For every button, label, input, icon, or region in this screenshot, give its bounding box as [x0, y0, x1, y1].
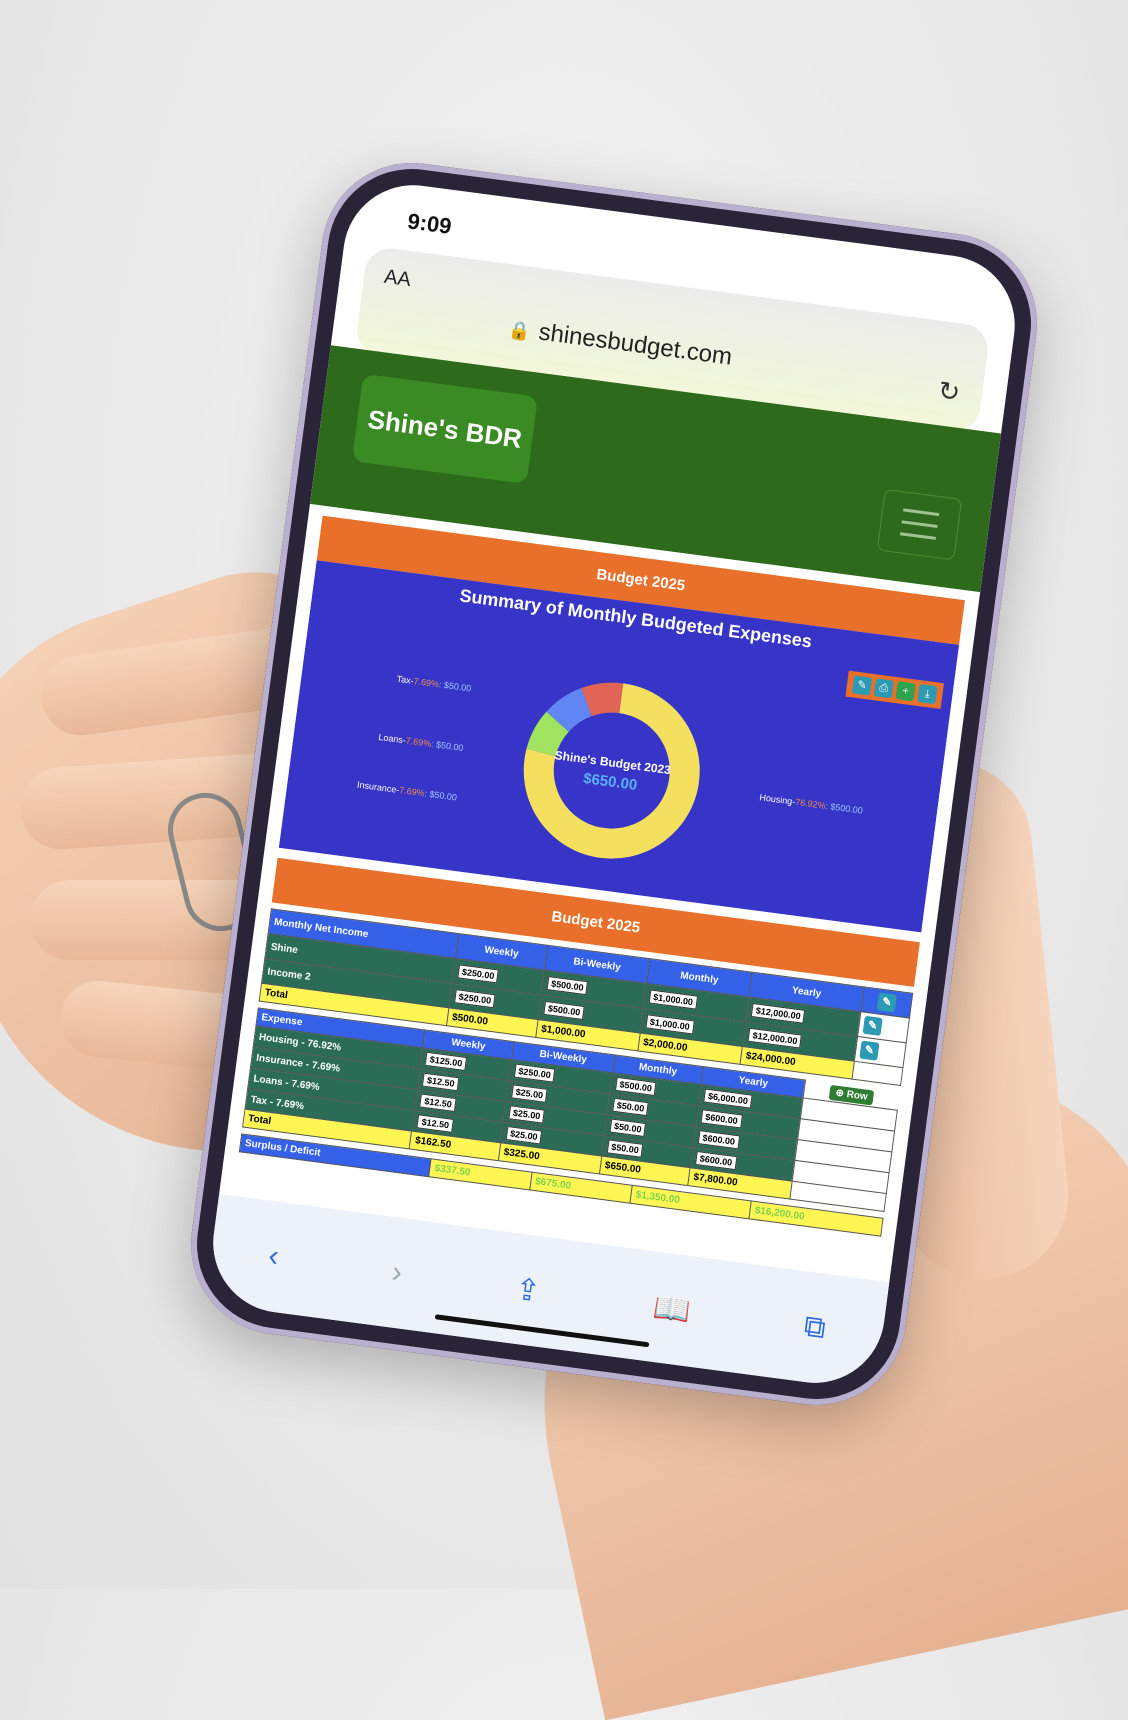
page-content: Budget 2025 Housing-76.92%: $500.00 Insur… — [232, 506, 967, 1291]
value-input[interactable]: $50.00 — [611, 1097, 650, 1117]
slice-label: Tax-7.69%: $50.00 — [396, 674, 472, 694]
value-input[interactable]: $12.50 — [419, 1093, 457, 1113]
value-input[interactable]: $600.00 — [700, 1109, 743, 1129]
value-input[interactable]: $12,000.00 — [751, 1002, 806, 1024]
forward-icon[interactable]: › — [390, 1255, 404, 1290]
value-input[interactable]: $1,000.00 — [645, 1014, 695, 1035]
brand-logo[interactable]: Shine's BDR — [351, 373, 538, 485]
value-input[interactable]: $50.00 — [609, 1118, 647, 1137]
value-input[interactable]: $500.00 — [546, 976, 589, 996]
value-input[interactable]: $50.00 — [606, 1139, 644, 1158]
hamburger-icon — [899, 532, 937, 540]
add-icon[interactable]: + — [895, 681, 916, 702]
bookmarks-icon[interactable]: 📖 — [651, 1289, 693, 1329]
edit-icon[interactable]: ✎ — [862, 1015, 883, 1036]
back-icon[interactable]: ‹ — [266, 1239, 281, 1274]
share-icon[interactable]: ⇪ — [513, 1271, 542, 1309]
value-input[interactable]: $250.00 — [457, 964, 500, 984]
lock-icon: 🔒 — [507, 319, 532, 343]
value-input[interactable]: $25.00 — [508, 1105, 546, 1124]
value-input[interactable]: $600.00 — [697, 1130, 740, 1150]
url-text: shinesbudget.com — [537, 318, 734, 371]
value-input[interactable]: $250.00 — [513, 1063, 556, 1083]
phone: 9:09 ▂▄▆ ◠ ▭ AA 🔒shinesbudget.com ↻ Shin… — [180, 152, 1048, 1416]
print-icon[interactable]: ⎙ — [873, 678, 894, 699]
url-field[interactable]: 🔒 shinesbudget.com — [507, 314, 734, 371]
value-input[interactable]: $250.00 — [453, 989, 496, 1009]
edit-icon[interactable]: ✎ — [859, 1040, 880, 1061]
hamburger-icon — [901, 520, 938, 528]
hamburger-icon — [903, 508, 940, 517]
phone-screen: 9:09 ▂▄▆ ◠ ▭ AA 🔒shinesbudget.com ↻ Shin… — [204, 176, 1024, 1392]
slice-label: Loans-7.69%: $50.00 — [378, 732, 464, 753]
value-input[interactable]: $600.00 — [695, 1150, 738, 1171]
value-input[interactable]: $500.00 — [614, 1076, 657, 1097]
value-input[interactable]: $25.00 — [505, 1125, 543, 1145]
reload-icon[interactable]: ↻ — [936, 375, 962, 409]
value-input[interactable]: $500.00 — [543, 1000, 586, 1021]
value-input[interactable]: $12,000.00 — [747, 1027, 803, 1049]
add-row-label: Row — [845, 1088, 869, 1103]
slice-label: Housing-76.92%: $500.00 — [759, 792, 864, 816]
center-value: $650.00 — [582, 770, 638, 794]
download-icon[interactable]: ⤓ — [917, 684, 938, 705]
menu-button[interactable] — [876, 488, 963, 561]
home-indicator — [434, 1314, 650, 1348]
value-input[interactable]: $12.50 — [422, 1072, 460, 1092]
tabs-icon[interactable]: ⧉ — [802, 1310, 828, 1347]
reader-settings-button[interactable]: AA — [383, 266, 412, 292]
value-input[interactable]: $25.00 — [510, 1084, 548, 1103]
edit-icon[interactable]: ✎ — [876, 992, 897, 1013]
slice-label: Insurance-7.69%: $50.00 — [356, 780, 457, 803]
status-time: 9:09 — [406, 208, 454, 239]
value-input[interactable]: $125.00 — [425, 1051, 468, 1072]
edit-icon[interactable]: ✎ — [851, 675, 873, 696]
value-input[interactable]: $6,000.00 — [703, 1088, 753, 1109]
value-input[interactable]: $12.50 — [416, 1114, 454, 1133]
value-input[interactable]: $1,000.00 — [648, 989, 698, 1010]
